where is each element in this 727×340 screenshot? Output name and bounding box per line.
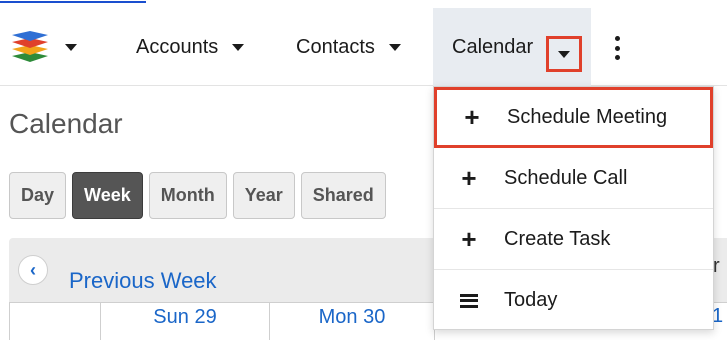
nav-calendar-label: Calendar — [452, 35, 534, 58]
logo-chevron-down-icon[interactable] — [65, 44, 77, 51]
chevron-left-icon[interactable]: ‹ — [18, 255, 48, 285]
view-switcher: Day Week Month Year Shared — [9, 172, 392, 219]
view-week-button[interactable]: Week — [72, 172, 143, 219]
menu-item-schedule-meeting[interactable]: + Schedule Meeting — [434, 87, 713, 148]
plus-icon: + — [464, 102, 480, 132]
nav-contacts-label: Contacts — [296, 35, 375, 58]
menu-item-schedule-call[interactable]: + Schedule Call — [434, 148, 713, 209]
view-year-button[interactable]: Year — [232, 172, 295, 219]
calendar-dropdown-menu: + Schedule Meeting + Schedule Call + Cre… — [433, 86, 714, 330]
app-logo-icon[interactable] — [10, 30, 50, 66]
nav-accounts-label: Accounts — [136, 35, 219, 58]
vertical-dots-icon[interactable] — [612, 36, 622, 60]
nav-accounts[interactable]: Accounts — [136, 8, 245, 86]
chevron-down-icon[interactable] — [388, 43, 401, 51]
day-header-sun[interactable]: Sun 29 — [100, 303, 269, 340]
menu-item-create-task[interactable]: + Create Task — [434, 209, 713, 270]
nav-contacts[interactable]: Contacts — [296, 8, 401, 86]
page-title: Calendar — [9, 108, 123, 139]
menu-item-label: Create Task — [504, 227, 611, 250]
chevron-down-icon[interactable] — [232, 43, 245, 51]
view-month-button[interactable]: Month — [148, 172, 227, 219]
view-day-button[interactable]: Day — [9, 172, 67, 219]
calendar-header-fragment: r — [713, 255, 720, 277]
plus-icon: + — [461, 223, 477, 254]
previous-week-link[interactable]: Previous Week — [69, 268, 217, 294]
menu-item-label: Schedule Call — [504, 166, 628, 189]
menu-item-label: Schedule Meeting — [507, 106, 668, 128]
view-shared-button[interactable]: Shared — [300, 172, 386, 219]
chevron-down-icon[interactable] — [558, 50, 570, 58]
plus-icon: + — [461, 162, 477, 193]
top-link-underline[interactable] — [0, 0, 146, 3]
day-header-mon[interactable]: Mon 30 — [269, 303, 434, 340]
time-column-header — [9, 303, 100, 340]
top-navigation-bar: Accounts Contacts Calendar — [0, 8, 727, 86]
menu-item-today[interactable]: Today — [434, 270, 713, 331]
calendar-dropdown-toggle[interactable] — [546, 36, 582, 72]
list-icon — [434, 293, 504, 308]
menu-item-label: Today — [504, 289, 558, 311]
